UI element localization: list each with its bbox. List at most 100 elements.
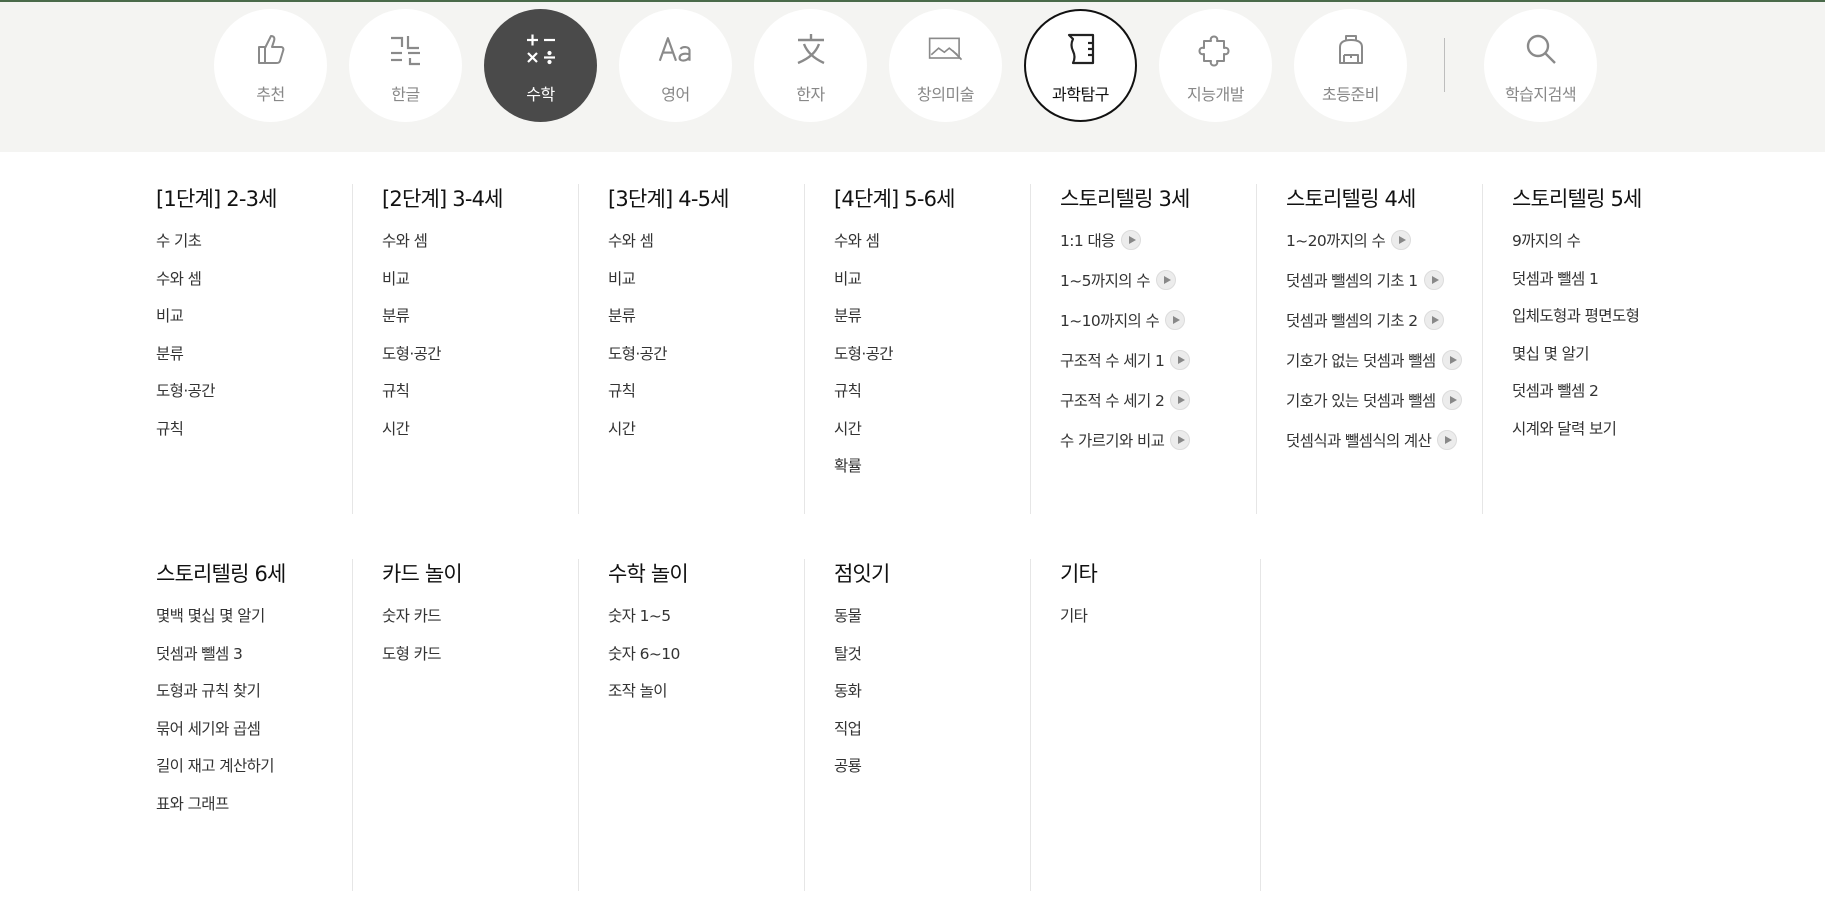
category-hangul[interactable]: 한글 xyxy=(349,9,462,122)
menu-item[interactable]: 도형·공간 xyxy=(382,344,592,382)
menu-item-label: 덧셈과 뺄셈의 기초 2 xyxy=(1286,312,1418,330)
menu-item[interactable]: 수 기초 xyxy=(156,231,366,269)
menu-item[interactable]: 조작 놀이 xyxy=(608,681,818,719)
play-icon[interactable] xyxy=(1155,269,1176,290)
menu-item[interactable]: 1:1 대응 xyxy=(1060,229,1270,271)
menu-item[interactable]: 시간 xyxy=(608,419,818,457)
play-icon[interactable] xyxy=(1423,269,1444,290)
menu-item[interactable]: 비교 xyxy=(156,306,366,344)
menu-column-card-play: 카드 놀이 숫자 카드 도형 카드 xyxy=(352,559,592,891)
category-science[interactable]: 과학탐구 xyxy=(1024,9,1137,122)
category-hanja[interactable]: 한자 xyxy=(754,9,867,122)
menu-item[interactable]: 기호가 없는 덧셈과 뺄셈 xyxy=(1286,349,1496,391)
menu-item[interactable]: 분류 xyxy=(608,306,818,344)
worksheet-search-button[interactable]: 학습지검색 xyxy=(1484,9,1597,122)
menu-item[interactable]: 덧셈식과 뺄셈식의 계산 xyxy=(1286,429,1496,471)
menu-item[interactable]: 길이 재고 계산하기 xyxy=(156,756,366,794)
menu-item-label: 덧셈식과 뺄셈식의 계산 xyxy=(1286,432,1432,450)
menu-item[interactable]: 수와 셈 xyxy=(834,231,1044,269)
column-title: 카드 놀이 xyxy=(382,562,463,586)
menu-column-stage3: [3단계] 4-5세 수와 셈 비교 분류 도형·공간 규칙 시간 xyxy=(578,184,818,514)
menu-item[interactable]: 공룡 xyxy=(834,756,1044,794)
play-icon[interactable] xyxy=(1423,309,1444,330)
menu-item[interactable]: 기타 xyxy=(1060,606,1270,644)
menu-item[interactable]: 덧셈과 뺄셈 1 xyxy=(1512,269,1722,307)
category-intelligence[interactable]: 지능개발 xyxy=(1159,9,1272,122)
menu-item[interactable]: 입체도형과 평면도형 xyxy=(1512,306,1722,344)
menu-item[interactable]: 숫자 1~5 xyxy=(608,606,818,644)
menu-item[interactable]: 규칙 xyxy=(834,381,1044,419)
play-icon[interactable] xyxy=(1437,429,1458,450)
category-english[interactable]: 영어 xyxy=(619,9,732,122)
menu-item[interactable]: 수와 셈 xyxy=(382,231,592,269)
menu-item[interactable]: 시간 xyxy=(834,419,1044,457)
play-icon[interactable] xyxy=(1170,429,1191,450)
column-title: 스토리텔링 5세 xyxy=(1512,187,1642,211)
menu-item[interactable]: 탈것 xyxy=(834,644,1044,682)
category-label: 추천 xyxy=(256,85,285,104)
menu-item[interactable]: 표와 그래프 xyxy=(156,794,366,832)
menu-item[interactable]: 동화 xyxy=(834,681,1044,719)
menu-item[interactable]: 시간 xyxy=(382,419,592,457)
menu-item[interactable]: 덧셈과 뺄셈의 기초 2 xyxy=(1286,309,1496,351)
menu-item[interactable]: 확률 xyxy=(834,456,1044,494)
menu-item[interactable]: 기호가 있는 덧셈과 뺄셈 xyxy=(1286,389,1496,431)
menu-item[interactable]: 규칙 xyxy=(382,381,592,419)
play-icon[interactable] xyxy=(1170,389,1191,410)
menu-item[interactable]: 도형·공간 xyxy=(156,381,366,419)
menu-item[interactable]: 도형·공간 xyxy=(608,344,818,382)
menu-item[interactable]: 시계와 달력 보기 xyxy=(1512,419,1722,457)
menu-column-stage4: [4단계] 5-6세 수와 셈 비교 분류 도형·공간 규칙 시간 확률 xyxy=(804,184,1044,514)
play-icon[interactable] xyxy=(1165,309,1186,330)
menu-item[interactable]: 도형과 규칙 찾기 xyxy=(156,681,366,719)
column-title: [3단계] 4-5세 xyxy=(608,187,729,211)
menu-item[interactable]: 도형·공간 xyxy=(834,344,1044,382)
menu-item[interactable]: 묶어 세기와 곱셈 xyxy=(156,719,366,757)
menu-item[interactable]: 1~5까지의 수 xyxy=(1060,269,1270,311)
menu-column-connect-dots: 점잇기 동물 탈것 동화 직업 공룡 xyxy=(804,559,1044,891)
menu-item-label: 1~10까지의 수 xyxy=(1060,312,1160,330)
menu-item[interactable]: 구조적 수 세기 2 xyxy=(1060,389,1270,431)
menu-item[interactable]: 수 가르기와 비교 xyxy=(1060,429,1270,471)
menu-item[interactable]: 1~20까지의 수 xyxy=(1286,229,1496,271)
menu-item[interactable]: 몇백 몇십 몇 알기 xyxy=(156,606,366,644)
menu-item[interactable]: 비교 xyxy=(834,269,1044,307)
category-math[interactable]: 수학 xyxy=(484,9,597,122)
menu-item-label: 수 가르기와 비교 xyxy=(1060,432,1165,450)
column-title: 스토리텔링 4세 xyxy=(1286,187,1416,211)
menu-item[interactable]: 규칙 xyxy=(608,381,818,419)
menu-item[interactable]: 직업 xyxy=(834,719,1044,757)
column-title: [1단계] 2-3세 xyxy=(156,187,277,211)
category-recommend[interactable]: 추천 xyxy=(214,9,327,122)
menu-column-storytelling-3: 스토리텔링 3세 1:1 대응 1~5까지의 수 1~10까지의 수 구조적 수… xyxy=(1030,184,1270,514)
play-icon[interactable] xyxy=(1120,229,1141,250)
menu-item[interactable]: 1~10까지의 수 xyxy=(1060,309,1270,351)
column-title: 기타 xyxy=(1060,562,1098,586)
menu-item[interactable]: 9까지의 수 xyxy=(1512,231,1722,269)
play-icon[interactable] xyxy=(1391,229,1412,250)
menu-item[interactable]: 비교 xyxy=(608,269,818,307)
menu-item[interactable]: 분류 xyxy=(156,344,366,382)
menu-item[interactable]: 분류 xyxy=(834,306,1044,344)
menu-item[interactable]: 도형 카드 xyxy=(382,644,592,682)
category-elementary-prep[interactable]: 초등준비 xyxy=(1294,9,1407,122)
menu-item[interactable]: 분류 xyxy=(382,306,592,344)
menu-item[interactable]: 수와 셈 xyxy=(156,269,366,307)
menu-item[interactable]: 숫자 카드 xyxy=(382,606,592,644)
menu-item[interactable]: 덧셈과 뺄셈의 기초 1 xyxy=(1286,269,1496,311)
category-creative-art[interactable]: 창의미술 xyxy=(889,9,1002,122)
menu-item-label: 구조적 수 세기 1 xyxy=(1060,352,1165,370)
play-icon[interactable] xyxy=(1441,349,1462,370)
menu-item[interactable]: 수와 셈 xyxy=(608,231,818,269)
menu-item[interactable]: 규칙 xyxy=(156,419,366,457)
play-icon[interactable] xyxy=(1170,349,1191,370)
menu-item[interactable]: 동물 xyxy=(834,606,1044,644)
play-icon[interactable] xyxy=(1441,389,1462,410)
menu-item[interactable]: 덧셈과 뺄셈 3 xyxy=(156,644,366,682)
menu-item[interactable]: 덧셈과 뺄셈 2 xyxy=(1512,381,1722,419)
menu-item[interactable]: 숫자 6~10 xyxy=(608,644,818,682)
menu-item[interactable]: 구조적 수 세기 1 xyxy=(1060,349,1270,391)
menu-item[interactable]: 비교 xyxy=(382,269,592,307)
category-navbar: 추천 한글 수학 영어 한자 창의미술 과학탐구 지능개발 초등준비 학습지검색 xyxy=(0,2,1825,152)
menu-item[interactable]: 몇십 몇 알기 xyxy=(1512,344,1722,382)
